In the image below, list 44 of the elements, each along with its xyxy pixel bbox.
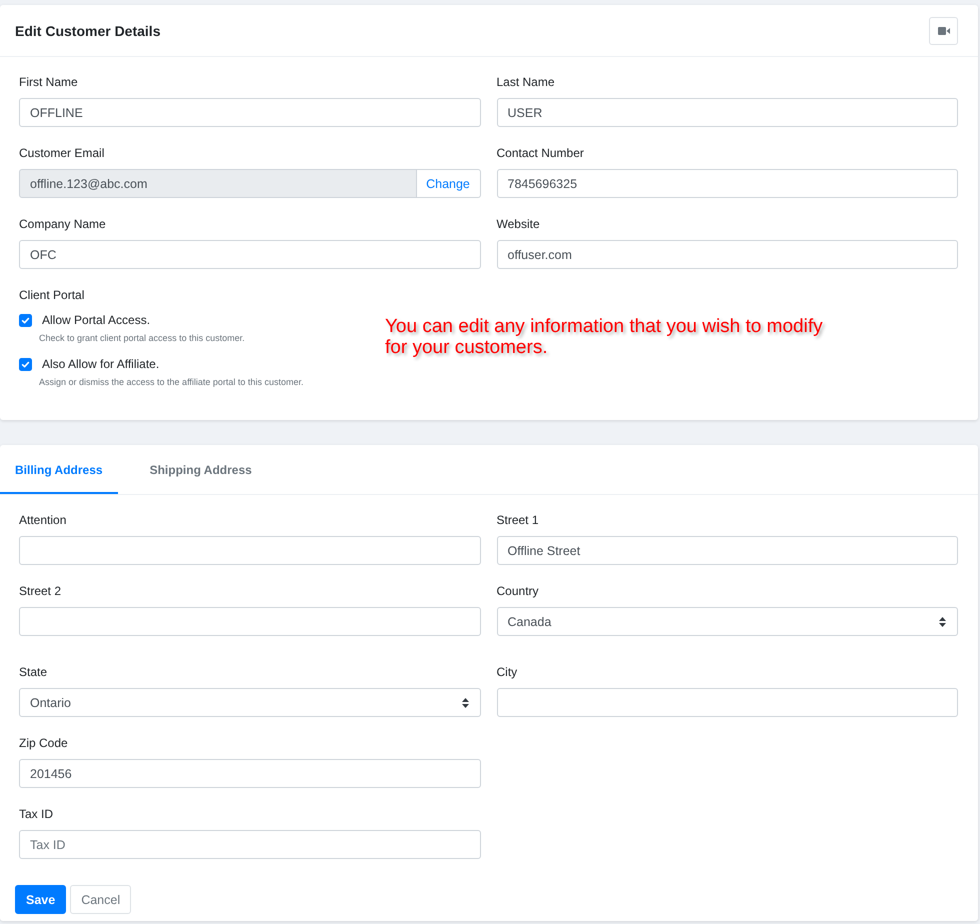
tab[interactable]: Shipping Address bbox=[134, 445, 267, 494]
checkbox[interactable] bbox=[19, 314, 32, 326]
input-field[interactable]: OFC bbox=[19, 240, 480, 269]
field-label: Tax ID bbox=[19, 806, 54, 822]
input-field[interactable]: USER bbox=[496, 98, 958, 127]
checkbox-label: Allow Portal Access. bbox=[42, 312, 150, 328]
field-label: Street 1 bbox=[496, 512, 540, 528]
video-camera-icon bbox=[938, 26, 950, 34]
video-button[interactable] bbox=[929, 16, 958, 44]
field-label: Customer Email bbox=[19, 145, 106, 161]
input-field[interactable]: OFFLINE bbox=[19, 98, 480, 127]
field-label: State bbox=[19, 664, 48, 680]
checkbox-label: Also Allow for Affiliate. bbox=[42, 356, 160, 372]
input-field[interactable] bbox=[19, 536, 480, 565]
select-field[interactable]: Ontario bbox=[19, 688, 480, 717]
input-field[interactable]: 201456 bbox=[19, 759, 480, 788]
input-field[interactable]: Offline Street bbox=[496, 536, 958, 565]
help-text: Assign or dismiss the access to the affiliate portal to this customer. bbox=[39, 377, 304, 388]
input-field[interactable]: offuser.com bbox=[496, 240, 958, 269]
field-label: Attention bbox=[19, 512, 68, 528]
field-label: Zip Code bbox=[19, 735, 69, 751]
input-field[interactable]: 7845696325 bbox=[496, 169, 958, 198]
help-text: Check to grant client portal access to this customer. bbox=[39, 333, 245, 344]
field-label: First Name bbox=[19, 74, 79, 90]
field-label: Last Name bbox=[496, 74, 556, 90]
tab[interactable]: Billing Address bbox=[0, 445, 118, 494]
field-label: Street 2 bbox=[19, 583, 62, 599]
select-caret-icon bbox=[939, 616, 946, 626]
card-title: Edit Customer Details bbox=[15, 22, 160, 38]
field-label: Contact Number bbox=[496, 145, 585, 161]
field-label: Website bbox=[496, 216, 541, 232]
checkbox[interactable] bbox=[19, 358, 32, 370]
field-label: Country bbox=[496, 583, 540, 599]
input-field[interactable] bbox=[496, 688, 958, 717]
annotation-text: You can edit any information that you wish to modify for your customers. bbox=[385, 316, 824, 358]
input-field[interactable]: Tax ID bbox=[19, 830, 480, 859]
input-field[interactable] bbox=[19, 607, 480, 636]
select-field[interactable]: Canada bbox=[496, 607, 958, 636]
field-label: Company Name bbox=[19, 216, 107, 232]
field-label: City bbox=[496, 664, 518, 680]
select-caret-icon bbox=[462, 698, 468, 708]
cancel-button[interactable]: Cancel bbox=[70, 885, 132, 914]
save-button[interactable]: Save bbox=[15, 885, 66, 914]
field-label: Client Portal bbox=[19, 287, 84, 303]
